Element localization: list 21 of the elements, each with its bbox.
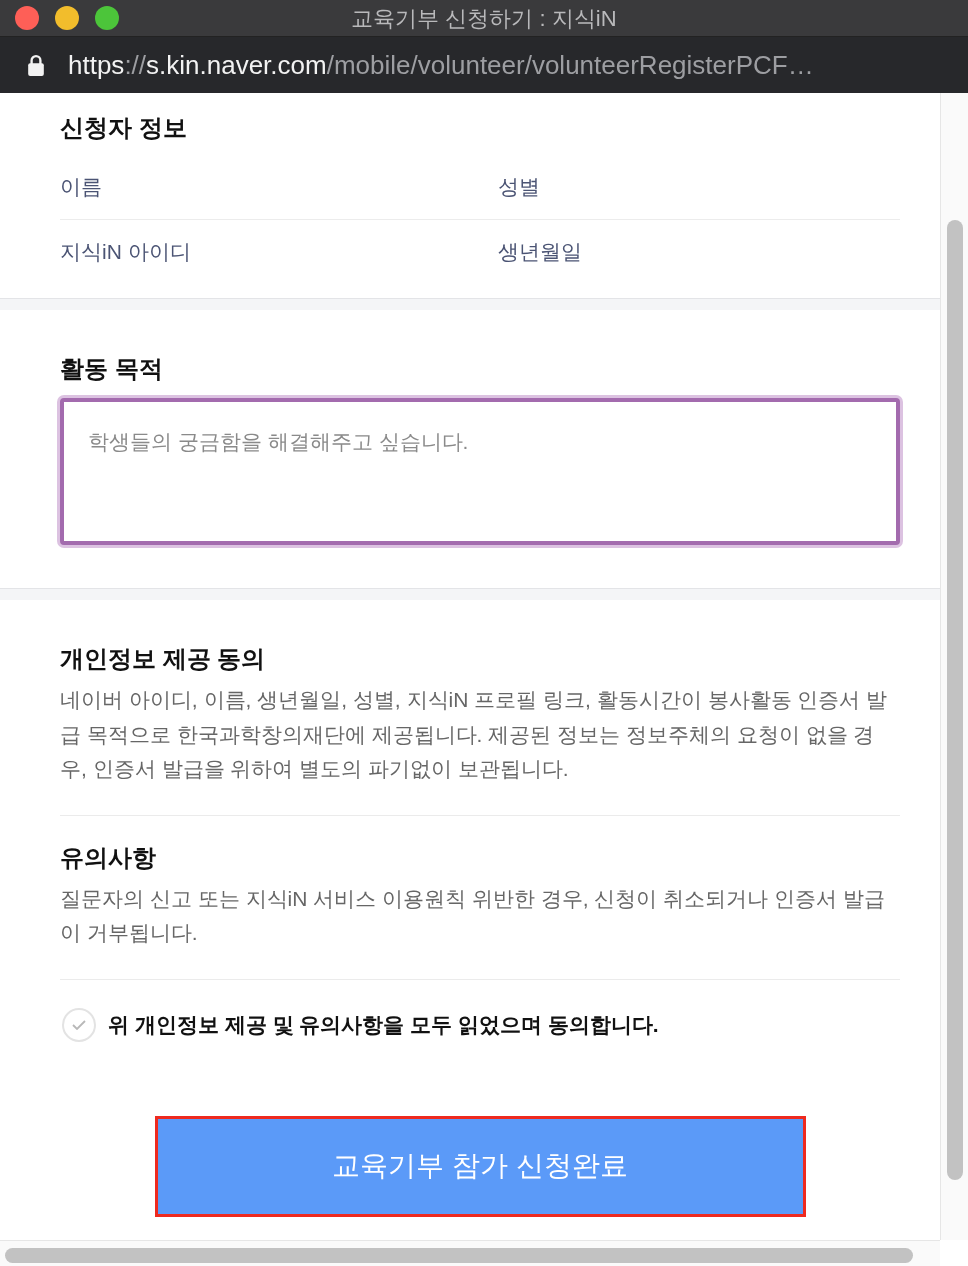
scrollbar-thumb[interactable]	[947, 220, 963, 1180]
section-text: 네이버 아이디, 이름, 생년월일, 성별, 지식iN 프로필 링크, 활동시간이 봉사활동 인증서 발급 목적으로 한국과학창의재단에 제공됩니다. 제공된 정보는 정보주체의 요청이 없을 경우, 인증서 발급을 위하여 별도의 파기없이 보관됩니다.	[60, 687, 889, 782]
field-label: 성별	[498, 173, 540, 200]
close-icon[interactable]	[15, 6, 39, 30]
checkmark-icon	[72, 1019, 86, 1030]
url-text[interactable]: https://s.kin.naver.com/mobile/volunteer/volunteerRegisterPCF…	[68, 45, 814, 85]
section-title: 활동 목적	[60, 354, 164, 384]
scrollbar-thumb[interactable]	[5, 1248, 913, 1263]
agreement-checkbox[interactable]	[62, 1007, 96, 1042]
window-title: 교육기부 신청하기 : 지식iN	[351, 4, 617, 33]
minimize-icon[interactable]	[55, 6, 79, 30]
maximize-icon[interactable]	[95, 6, 119, 30]
section-title: 유의사항	[60, 842, 157, 873]
section-text: 질문자의 신고 또는 지식iN 서비스 이용원칙 위반한 경우, 신청이 취소되거나 인증서 발급이 거부됩니다.	[60, 885, 886, 946]
agreement-label[interactable]: 위 개인정보 제공 및 유의사항을 모두 읽었으며 동의합니다.	[108, 1008, 659, 1041]
field-label: 이름	[60, 173, 102, 200]
section-title: 신청자 정보	[60, 113, 188, 143]
field-label: 생년월일	[498, 239, 582, 266]
purpose-textarea[interactable]: 학생들의 궁금함을 해결해주고 싶습니다.	[60, 398, 900, 545]
section-title: 개인정보 제공 동의	[60, 644, 267, 674]
field-label: 지식iN 아이디	[60, 239, 191, 266]
